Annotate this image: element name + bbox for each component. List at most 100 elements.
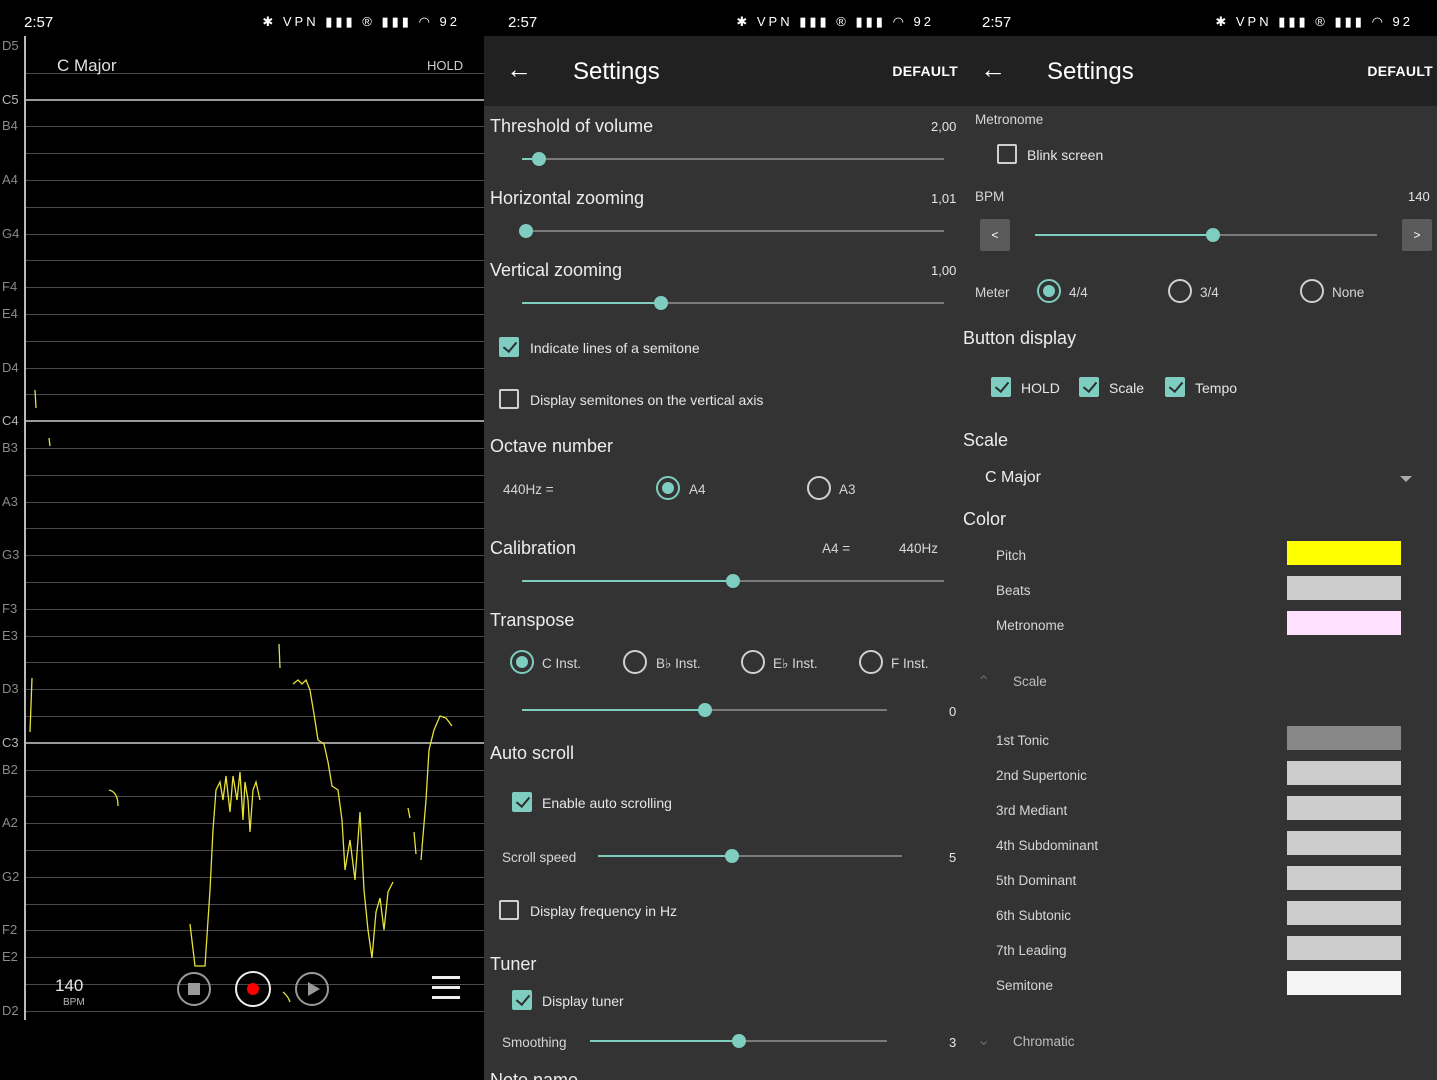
freq-hz-checkbox[interactable] bbox=[499, 900, 519, 920]
status-time: 2:57 bbox=[508, 14, 538, 31]
bpm-label: BPM bbox=[975, 189, 1005, 204]
semitone-lines-checkbox[interactable] bbox=[499, 337, 519, 357]
blink-screen-checkbox[interactable] bbox=[997, 144, 1017, 164]
scale-degree-label: 1st Tonic bbox=[996, 733, 1050, 748]
status-time: 2:57 bbox=[982, 14, 1012, 31]
scale-degree-color-swatch[interactable] bbox=[1287, 761, 1401, 785]
scale-degree-label: 7th Leading bbox=[996, 943, 1067, 958]
tempo-checkbox[interactable] bbox=[1165, 377, 1185, 397]
back-arrow-icon[interactable]: ← bbox=[506, 54, 532, 85]
settings-panel-2: 2:57 ✱ VPN ▮▮▮ ® ▮▮▮ ◠ 92 ← Settings DEF… bbox=[958, 0, 1437, 1080]
transpose-radio-f[interactable] bbox=[859, 650, 883, 674]
freq-hz-label: Display frequency in Hz bbox=[530, 903, 678, 919]
transpose-slider[interactable] bbox=[522, 703, 887, 717]
bpm-value[interactable]: 140 bbox=[55, 976, 83, 996]
smoothing-value: 3 bbox=[949, 1035, 957, 1050]
display-tuner-checkbox[interactable] bbox=[512, 990, 532, 1010]
scale-degree-color-swatch[interactable] bbox=[1287, 866, 1401, 890]
octave-radio-a3[interactable] bbox=[807, 476, 831, 500]
bpm-slider[interactable] bbox=[1035, 228, 1377, 242]
threshold-slider[interactable] bbox=[522, 152, 944, 166]
color-item-color-swatch[interactable] bbox=[1287, 576, 1401, 600]
metronome-label: Metronome bbox=[975, 112, 1044, 127]
semitone-lines-label: Indicate lines of a semitone bbox=[530, 340, 700, 356]
scale-select-value[interactable]: C Major bbox=[985, 469, 1041, 487]
chevron-up-icon[interactable]: ⌃ bbox=[977, 672, 990, 692]
default-button[interactable]: DEFAULT bbox=[1367, 63, 1433, 79]
scale-degree-color-swatch[interactable] bbox=[1287, 971, 1401, 995]
transpose-f-label: F Inst. bbox=[891, 656, 929, 671]
calibration-hz-value: 440Hz bbox=[899, 541, 939, 556]
scale-degree-color-swatch[interactable] bbox=[1287, 936, 1401, 960]
octave-radio-a4[interactable] bbox=[656, 476, 680, 500]
meter-radio-44[interactable] bbox=[1037, 279, 1061, 303]
menu-icon[interactable] bbox=[432, 976, 460, 999]
transpose-radio-eb[interactable] bbox=[741, 650, 765, 674]
hold-checkbox[interactable] bbox=[991, 377, 1011, 397]
auto-scroll-checkbox[interactable] bbox=[512, 792, 532, 812]
scale-degree-color-swatch[interactable] bbox=[1287, 901, 1401, 925]
play-button[interactable] bbox=[295, 972, 329, 1006]
meter-radio-34[interactable] bbox=[1168, 279, 1192, 303]
pitch-trace bbox=[29, 389, 453, 1003]
stop-button[interactable] bbox=[177, 972, 211, 1006]
record-button[interactable] bbox=[235, 971, 271, 1007]
meter-radio-none[interactable] bbox=[1300, 279, 1324, 303]
note-names-label: Note name bbox=[490, 1070, 579, 1080]
scale-group-label[interactable]: Scale bbox=[1013, 674, 1047, 689]
calibration-slider[interactable] bbox=[522, 574, 944, 588]
bpm-decrement-button[interactable]: < bbox=[980, 219, 1010, 251]
scroll-speed-slider[interactable] bbox=[598, 849, 902, 863]
transpose-radio-bb[interactable] bbox=[623, 650, 647, 674]
color-item-color-swatch[interactable] bbox=[1287, 541, 1401, 565]
default-button[interactable]: DEFAULT bbox=[892, 63, 958, 79]
tuner-label: Tuner bbox=[490, 954, 537, 974]
meter-44-label: 4/4 bbox=[1069, 285, 1088, 300]
scale-degree-label: 2nd Supertonic bbox=[996, 768, 1087, 783]
smoothing-slider[interactable] bbox=[590, 1034, 887, 1048]
threshold-value: 2,00 bbox=[931, 119, 957, 134]
semitone-axis-label: Display semitones on the vertical axis bbox=[530, 392, 764, 408]
octave-prefix: 440Hz = bbox=[503, 482, 554, 497]
page-title: Settings bbox=[573, 58, 660, 85]
bpm-unit: BPM bbox=[63, 997, 85, 1008]
page-title: Settings bbox=[1047, 58, 1134, 85]
meter-label: Meter bbox=[975, 285, 1010, 300]
hzoom-label: Horizontal zooming bbox=[490, 188, 645, 208]
scale-checkbox[interactable] bbox=[1079, 377, 1099, 397]
app-bar: ← Settings DEFAULT bbox=[958, 36, 1437, 106]
scale-degree-label: 6th Subtonic bbox=[996, 908, 1072, 923]
meter-34-label: 3/4 bbox=[1200, 285, 1219, 300]
semitone-axis-checkbox[interactable] bbox=[499, 389, 519, 409]
auto-scroll-label: Auto scroll bbox=[490, 743, 575, 763]
smoothing-label: Smoothing bbox=[502, 1035, 567, 1050]
scroll-speed-label: Scroll speed bbox=[502, 850, 577, 865]
scale-degree-color-swatch[interactable] bbox=[1287, 796, 1401, 820]
chevron-down-icon[interactable]: ⌄ bbox=[977, 1030, 990, 1050]
calibration-label: Calibration bbox=[490, 538, 577, 558]
back-arrow-icon[interactable]: ← bbox=[980, 54, 1006, 85]
transpose-label: Transpose bbox=[490, 610, 575, 630]
vzoom-slider[interactable] bbox=[522, 296, 944, 310]
color-section-label: Color bbox=[963, 509, 1007, 529]
threshold-label: Threshold of volume bbox=[490, 116, 654, 136]
chromatic-group-label[interactable]: Chromatic bbox=[1013, 1034, 1075, 1049]
bpm-setting-value: 140 bbox=[1408, 189, 1430, 204]
status-icons: ✱ VPN ▮▮▮ ® ▮▮▮ ◠ 92 bbox=[736, 14, 934, 29]
scale-degree-color-swatch[interactable] bbox=[1287, 726, 1401, 750]
hzoom-slider[interactable] bbox=[519, 224, 944, 238]
vzoom-label: Vertical zooming bbox=[490, 260, 623, 280]
bpm-increment-button[interactable]: > bbox=[1402, 219, 1432, 251]
dropdown-arrow-icon[interactable] bbox=[1400, 476, 1412, 482]
transpose-radio-c[interactable] bbox=[510, 650, 534, 674]
meter-none-label: None bbox=[1332, 285, 1365, 300]
scroll-speed-value: 5 bbox=[949, 850, 957, 865]
octave-label: Octave number bbox=[490, 436, 614, 456]
scale-degree-color-swatch[interactable] bbox=[1287, 831, 1401, 855]
blink-screen-label: Blink screen bbox=[1027, 147, 1104, 163]
color-item-color-swatch[interactable] bbox=[1287, 611, 1401, 635]
color-item-label: Metronome bbox=[996, 618, 1065, 633]
calibration-a4-label: A4 = bbox=[822, 541, 851, 556]
status-icons: ✱ VPN ▮▮▮ ® ▮▮▮ ◠ 92 bbox=[1215, 14, 1413, 29]
hold-checkbox-label: HOLD bbox=[1021, 380, 1060, 396]
